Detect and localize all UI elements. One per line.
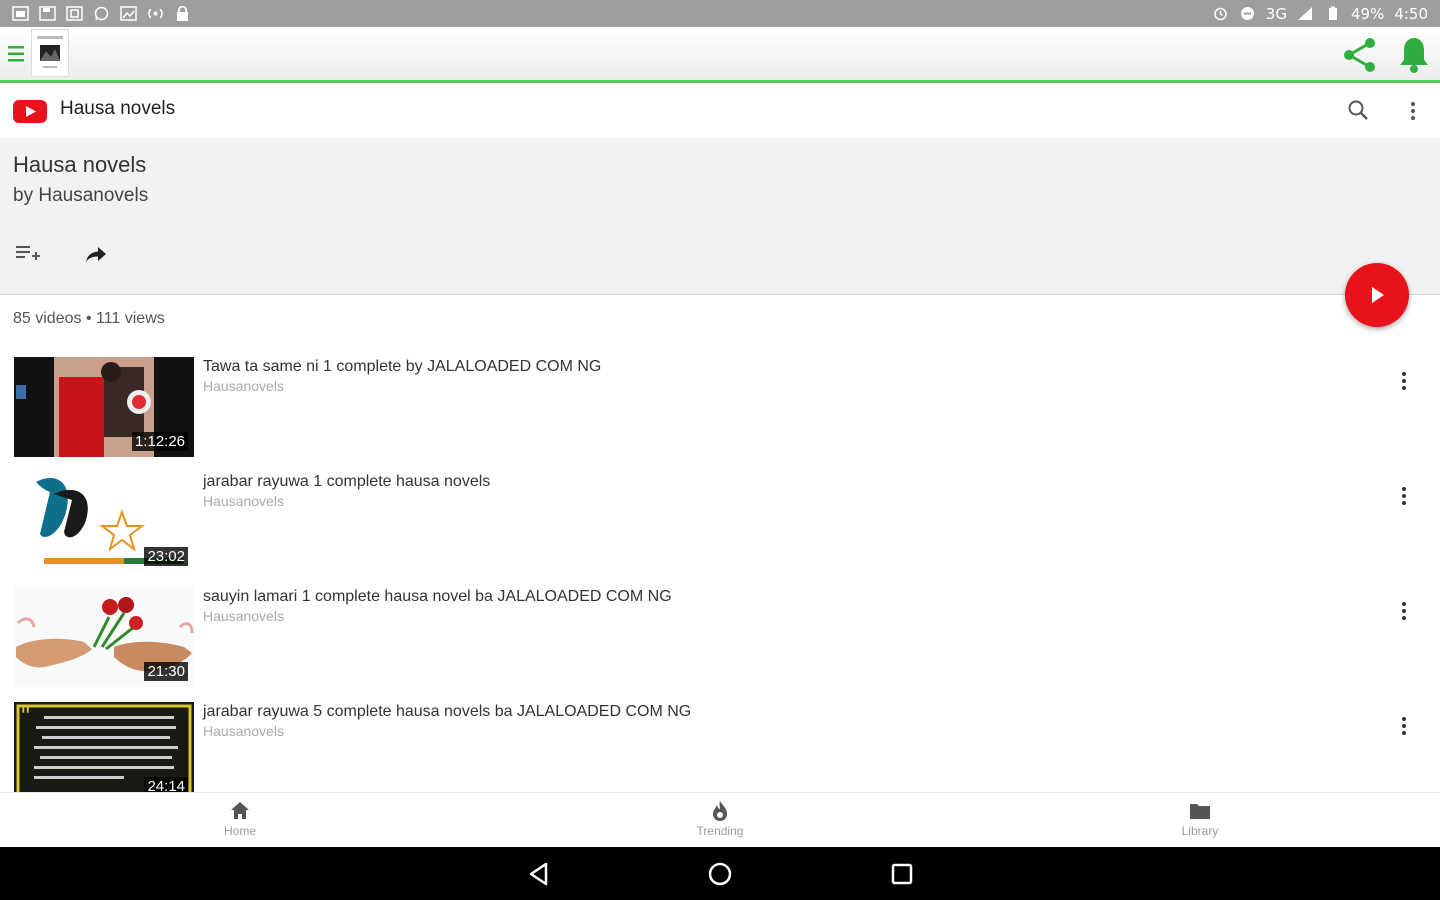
network-type: 3G bbox=[1265, 4, 1287, 23]
save-icon bbox=[39, 6, 56, 21]
folder-icon bbox=[1190, 804, 1210, 819]
status-left-icons bbox=[12, 6, 191, 21]
video-duration: 24:14 bbox=[144, 777, 188, 792]
bell-icon[interactable] bbox=[1396, 35, 1432, 75]
video-thumbnail[interactable]: " 24:14 bbox=[14, 702, 194, 792]
nav-trending[interactable]: Trending bbox=[660, 799, 780, 838]
nav-label: Home bbox=[223, 824, 256, 838]
hamburger-icon[interactable] bbox=[7, 43, 25, 65]
lock-icon bbox=[174, 6, 191, 21]
nav-label: Trending bbox=[696, 824, 744, 838]
home-circle-icon[interactable] bbox=[706, 860, 734, 888]
status-right: 3G 49% 4:50 bbox=[1212, 5, 1428, 23]
signal-icon bbox=[1297, 6, 1314, 21]
home-icon bbox=[231, 802, 249, 819]
search-icon[interactable] bbox=[1346, 98, 1372, 124]
playlist-header: Hausa novels by Hausanovels bbox=[0, 138, 1440, 295]
video-title[interactable]: Tawa ta same ni 1 complete by JALALOADED… bbox=[203, 358, 601, 376]
nav-label: Library bbox=[1181, 824, 1219, 838]
share-arrow-icon[interactable] bbox=[84, 243, 108, 265]
playlist-meta: 85 videos • 111 views bbox=[13, 310, 165, 327]
video-channel: Hausanovels bbox=[203, 608, 284, 624]
list-item[interactable]: 23:02 jarabar rayuwa 1 complete hausa no… bbox=[0, 470, 1440, 574]
video-duration: 1:12:26 bbox=[131, 432, 188, 451]
add-to-playlist-icon[interactable] bbox=[15, 242, 41, 264]
play-all-button[interactable] bbox=[1345, 263, 1409, 327]
list-item[interactable]: 1:12:26 Tawa ta same ni 1 complete by JA… bbox=[0, 355, 1440, 459]
app-bar bbox=[0, 27, 1440, 83]
video-title[interactable]: sauyin lamari 1 complete hausa novel ba … bbox=[203, 588, 672, 606]
video-thumbnail[interactable]: 21:30 bbox=[14, 587, 194, 687]
video-duration: 23:02 bbox=[144, 547, 188, 566]
playlist-title: Hausa novels bbox=[13, 152, 147, 177]
clock: 4:50 bbox=[1394, 4, 1428, 23]
status-bar: 3G 49% 4:50 bbox=[0, 0, 1440, 27]
header-title: Hausa novels bbox=[60, 98, 176, 119]
circle-icon bbox=[1239, 6, 1256, 21]
video-channel: Hausanovels bbox=[203, 378, 284, 394]
list-item[interactable]: " 24:14 jarabar rayuwa 5 complete hausa … bbox=[0, 700, 1440, 792]
app-logo[interactable] bbox=[31, 29, 69, 77]
more-vert-icon[interactable] bbox=[1404, 98, 1422, 124]
playlist-author: by Hausanovels bbox=[13, 185, 149, 206]
youtube-logo-icon bbox=[13, 100, 47, 123]
play-icon bbox=[1372, 287, 1384, 303]
video-more-icon[interactable] bbox=[1396, 714, 1412, 738]
video-thumbnail[interactable]: 23:02 bbox=[14, 472, 194, 572]
hotspot-icon bbox=[147, 6, 164, 21]
svg-text:": " bbox=[20, 702, 31, 730]
nav-home[interactable]: Home bbox=[180, 799, 300, 838]
bottom-nav: Home Trending Library bbox=[0, 792, 1440, 847]
video-thumbnail[interactable]: 1:12:26 bbox=[14, 357, 194, 457]
video-channel: Hausanovels bbox=[203, 723, 284, 739]
video-list: 1:12:26 Tawa ta same ni 1 complete by JA… bbox=[0, 355, 1440, 792]
battery-level: 49% bbox=[1350, 4, 1385, 23]
video-more-icon[interactable] bbox=[1396, 369, 1412, 393]
video-title[interactable]: jarabar rayuwa 5 complete hausa novels b… bbox=[203, 703, 691, 721]
whatsapp-icon bbox=[93, 6, 110, 21]
recents-icon[interactable] bbox=[888, 860, 916, 888]
system-nav-bar bbox=[0, 847, 1440, 900]
youtube-header: Hausa novels bbox=[0, 86, 1440, 138]
video-title[interactable]: jarabar rayuwa 1 complete hausa novels bbox=[203, 473, 490, 491]
app-screen: 3G 49% 4:50 Hausa novels Hausa novels by… bbox=[0, 0, 1440, 900]
alarm-icon bbox=[1212, 6, 1229, 21]
sim-icon bbox=[12, 6, 29, 21]
nav-library[interactable]: Library bbox=[1140, 799, 1260, 838]
flame-icon bbox=[713, 801, 727, 821]
share-icon[interactable] bbox=[1340, 35, 1380, 75]
video-more-icon[interactable] bbox=[1396, 484, 1412, 508]
video-duration: 21:30 bbox=[144, 662, 188, 681]
video-channel: Hausanovels bbox=[203, 493, 284, 509]
back-icon[interactable] bbox=[525, 860, 553, 888]
screenshot-icon bbox=[66, 6, 83, 21]
list-item[interactable]: 21:30 sauyin lamari 1 complete hausa nov… bbox=[0, 585, 1440, 689]
image-icon bbox=[120, 6, 137, 21]
video-more-icon[interactable] bbox=[1396, 599, 1412, 623]
battery-icon bbox=[1324, 6, 1341, 21]
